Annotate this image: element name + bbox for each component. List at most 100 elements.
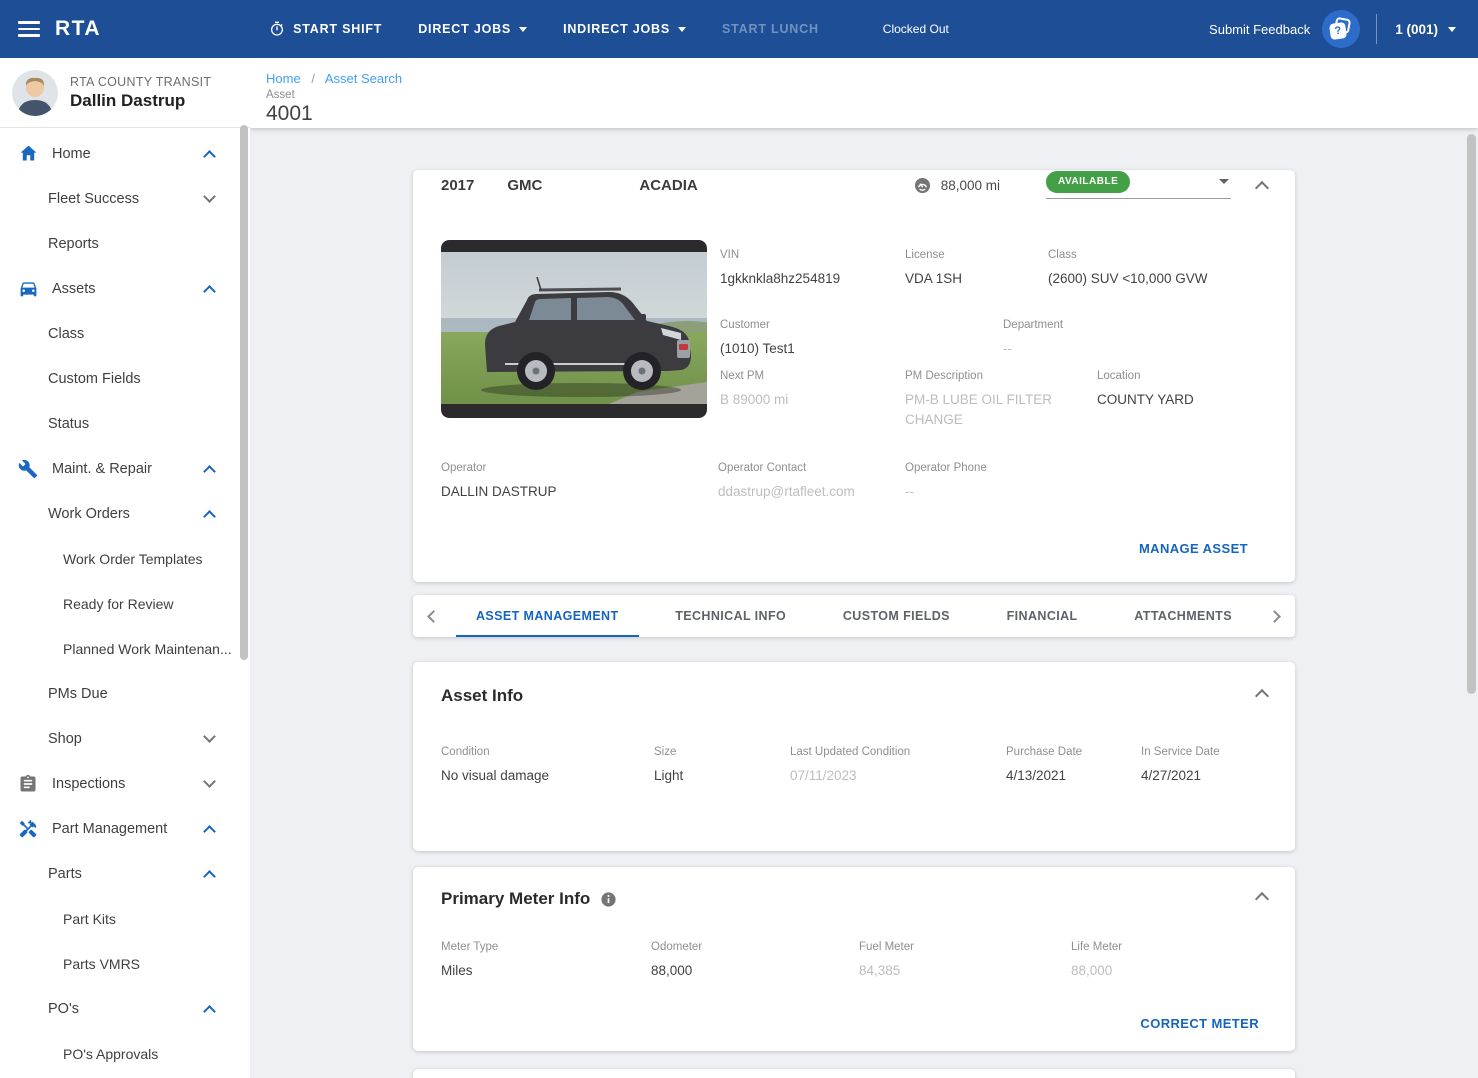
clock-status: Clocked Out [882, 22, 949, 36]
sidebar-item-planned-work[interactable]: Planned Work Maintenan... [0, 626, 250, 671]
tab-asset-management[interactable]: ASSET MANAGEMENT [456, 595, 639, 637]
size-value: Light [654, 768, 684, 783]
info-icon[interactable] [600, 891, 617, 908]
asset-model: ACADIA [639, 176, 698, 194]
manage-asset-button[interactable]: MANAGE ASSET [1139, 541, 1248, 556]
primary-meter-title: Primary Meter Info [441, 889, 591, 908]
sidebar-item-custom-fields[interactable]: Custom Fields [0, 356, 250, 401]
chevron-up-icon [203, 825, 216, 838]
sidebar-scrollbar[interactable] [240, 125, 248, 660]
vehicle-photo [441, 240, 707, 418]
sidebar-item-ready-for-review[interactable]: Ready for Review [0, 581, 250, 626]
tab-financial[interactable]: FINANCIAL [997, 595, 1088, 637]
correct-meter-button[interactable]: CORRECT METER [1140, 1016, 1259, 1031]
last-updated-condition-value: 07/11/2023 [790, 768, 857, 783]
sidebar-user-header[interactable]: RTA COUNTY TRANSIT Dallin Dastrup [0, 58, 250, 128]
submit-feedback-link[interactable]: Submit Feedback [1209, 22, 1310, 37]
department-value: -- [1003, 341, 1012, 357]
operator-contact-value: ddastrup@rtafleet.com [718, 484, 855, 499]
next-pm-value: B 89000 mi [720, 391, 789, 407]
sidebar-item-home[interactable]: Home [0, 131, 250, 176]
tab-custom-fields[interactable]: CUSTOM FIELDS [833, 595, 960, 637]
breadcrumb-home-link[interactable]: Home [266, 71, 301, 86]
tabs-scroll-right-icon[interactable] [1268, 609, 1281, 623]
sidebar-item-part-kits[interactable]: Part Kits [0, 896, 250, 941]
home-icon [16, 143, 40, 165]
app-logo: RTA [55, 17, 102, 40]
org-selector[interactable]: 1 (001) [1395, 22, 1456, 37]
chevron-down-icon [203, 775, 216, 788]
alternate-meter-card: Alternate Meter Info [413, 1069, 1295, 1078]
stopwatch-icon [269, 21, 285, 37]
asset-year: 2017 [441, 176, 475, 194]
sidebar-item-pos-approvals[interactable]: PO's Approvals [0, 1031, 250, 1076]
sidebar-item-work-order-templates[interactable]: Work Order Templates [0, 536, 250, 581]
chevron-down-icon [678, 27, 687, 32]
sidebar-item-shop[interactable]: Shop [0, 716, 250, 761]
breadcrumb: Home / Asset Search [266, 71, 403, 86]
operator-phone-label: Operator Phone [905, 462, 987, 474]
sidebar-item-assets[interactable]: Assets [0, 266, 250, 311]
collapse-card-icon[interactable] [1254, 180, 1270, 196]
breadcrumb-asset-search-link[interactable]: Asset Search [325, 71, 402, 86]
purchase-date-label: Purchase Date [1006, 746, 1083, 758]
page-title: 4001 [266, 102, 313, 125]
next-pm-label: Next PM [720, 369, 765, 382]
purchase-date-value: 4/13/2021 [1006, 768, 1067, 783]
sidebar-item-pms-due[interactable]: PMs Due [0, 671, 250, 716]
class-value: (2600) SUV <10,000 GVW [1048, 271, 1208, 286]
operator-value: DALLIN DASTRUP [441, 484, 557, 499]
sidebar-item-fleet-success[interactable]: Fleet Success [0, 176, 250, 221]
main-content: 2017 GMC ACADIA 88,000 mi AVAILABLE VIN … [250, 128, 1478, 1078]
sidebar-item-work-orders[interactable]: Work Orders [0, 491, 250, 536]
indirect-jobs-menu[interactable]: INDIRECT JOBS [563, 22, 687, 36]
direct-jobs-menu[interactable]: DIRECT JOBS [418, 22, 528, 36]
page-scrollbar[interactable] [1467, 134, 1476, 694]
gauge-icon [913, 176, 932, 195]
entity-label: Asset [266, 89, 295, 101]
chevron-down-icon [203, 730, 216, 743]
odometer-label: Odometer [651, 941, 703, 953]
menu-icon[interactable] [18, 21, 40, 37]
pm-description-value: PM-B LUBE OIL FILTER CHANGE [905, 391, 1053, 427]
clipboard-icon [16, 773, 40, 795]
sidebar-item-maint-repair[interactable]: Maint. & Repair [0, 446, 250, 491]
meter-type-value: Miles [441, 963, 473, 978]
chevron-up-icon [203, 285, 216, 298]
sidebar-item-inspections[interactable]: Inspections [0, 761, 250, 806]
sidebar-item-parts-vmrs[interactable]: Parts VMRS [0, 941, 250, 986]
asset-info-card: Asset Info Condition No visual damage Si… [413, 662, 1295, 851]
tab-attachments[interactable]: ATTACHMENTS [1124, 595, 1242, 637]
tab-technical-info[interactable]: TECHNICAL INFO [665, 595, 796, 637]
life-meter-value: 88,000 [1071, 963, 1113, 978]
start-shift-button[interactable]: START SHIFT [269, 21, 382, 37]
asset-info-title: Asset Info [441, 686, 524, 705]
collapse-card-icon[interactable] [1254, 891, 1270, 907]
feedback-icon[interactable]: ? [1322, 10, 1361, 48]
sidebar-item-pos[interactable]: PO's [0, 986, 250, 1031]
status-select[interactable]: AVAILABLE [1046, 171, 1231, 199]
fuel-meter-value: 84,385 [859, 963, 901, 978]
customer-label: Customer [720, 319, 770, 332]
chevron-down-icon [519, 27, 528, 32]
operator-phone-value: -- [905, 484, 914, 499]
customer-value: (1010) Test1 [720, 341, 795, 357]
chevron-up-icon [203, 150, 216, 163]
top-navbar: RTA START SHIFT DIRECT JOBS INDIRECT JOB… [0, 0, 1478, 58]
condition-label: Condition [441, 746, 490, 758]
collapse-card-icon[interactable] [1254, 688, 1270, 704]
in-service-date-label: In Service Date [1141, 746, 1220, 758]
sidebar-item-class[interactable]: Class [0, 311, 250, 356]
sidebar-item-part-management[interactable]: Part Management [0, 806, 250, 851]
sidebar-item-reports[interactable]: Reports [0, 221, 250, 266]
fuel-meter-label: Fuel Meter [859, 941, 914, 953]
sidebar-item-parts[interactable]: Parts [0, 851, 250, 896]
size-label: Size [654, 746, 677, 758]
sidebar-item-status[interactable]: Status [0, 401, 250, 446]
chevron-down-icon [1448, 27, 1456, 32]
asset-odometer: 88,000 mi [940, 177, 1000, 193]
location-value: COUNTY YARD [1097, 391, 1194, 407]
license-value: VDA 1SH [905, 271, 963, 286]
class-label: Class [1048, 249, 1077, 261]
in-service-date-value: 4/27/2021 [1141, 768, 1202, 783]
